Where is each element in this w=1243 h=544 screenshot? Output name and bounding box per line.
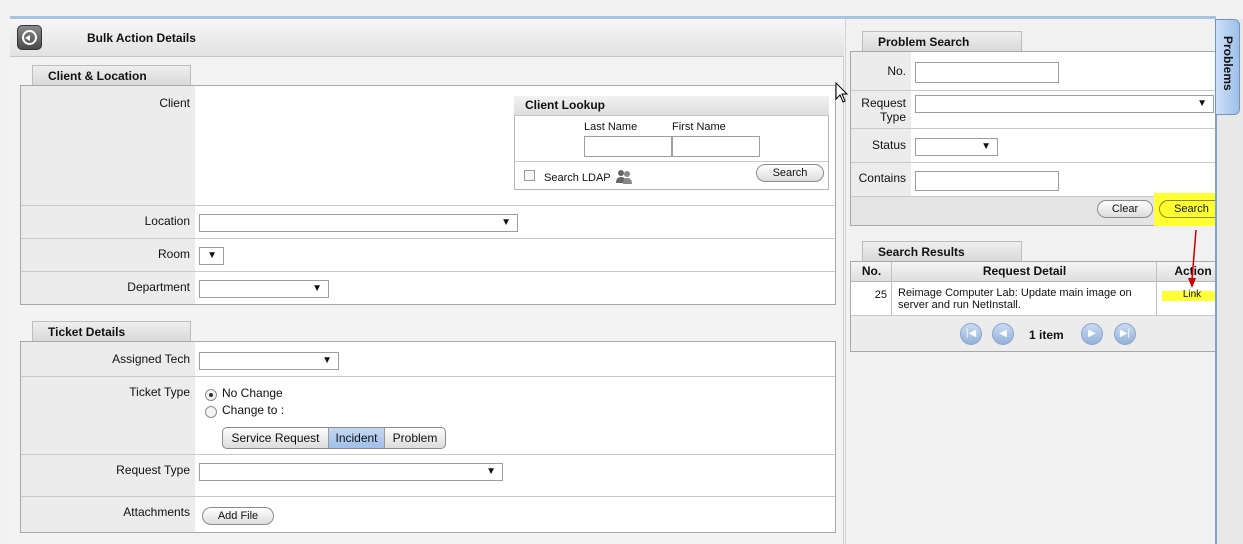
assigned-tech-select[interactable]: ▼ — [199, 352, 339, 370]
room-label: Room — [157, 247, 190, 261]
problem-request-type-select[interactable]: ▼ — [915, 95, 1214, 113]
client-label: Client — [159, 96, 190, 110]
ticket-details-label-column — [21, 342, 195, 532]
chevron-down-icon: ▼ — [501, 217, 511, 228]
problems-tab-label: Problems — [1221, 36, 1235, 91]
problem-request-type-label: Request Type — [861, 96, 906, 124]
row-divider — [21, 205, 835, 206]
change-to-radio[interactable] — [205, 406, 217, 418]
row-divider — [21, 454, 835, 455]
problem-status-select[interactable]: ▼ — [915, 138, 998, 156]
ticket-type-segmented: Service Request Incident Problem — [222, 427, 446, 449]
row-divider — [515, 161, 828, 162]
row-divider — [21, 496, 835, 497]
tab-ticket-details: Ticket Details — [32, 321, 191, 341]
prev-page-icon: ◀ — [999, 328, 1007, 339]
row-divider — [21, 271, 835, 272]
row-divider — [851, 128, 1229, 129]
type-incident[interactable]: Incident — [329, 428, 385, 448]
users-icon — [616, 170, 632, 184]
last-page-icon: ▶| — [1119, 328, 1131, 339]
next-page-button[interactable]: ▶ — [1081, 323, 1103, 345]
row-divider — [851, 162, 1229, 163]
department-select[interactable]: ▼ — [199, 280, 329, 298]
attachments-label: Attachments — [123, 505, 190, 519]
problem-no-input[interactable] — [915, 62, 1059, 83]
room-select[interactable]: ▼ — [199, 247, 224, 265]
first-name-input[interactable] — [672, 136, 760, 157]
chevron-down-icon: ▼ — [1197, 98, 1207, 109]
chevron-down-icon: ▼ — [322, 355, 332, 366]
chevron-down-icon: ▼ — [486, 466, 496, 477]
problem-contains-input[interactable] — [915, 171, 1059, 191]
add-file-button[interactable]: Add File — [202, 507, 274, 525]
chevron-down-icon: ▼ — [207, 250, 217, 261]
page-title: Bulk Action Details — [87, 31, 196, 45]
problem-no-label: No. — [887, 64, 906, 78]
problem-status-label: Status — [871, 138, 906, 152]
request-type-select[interactable]: ▼ — [199, 463, 503, 481]
tab-search-results: Search Results — [862, 241, 1022, 261]
mouse-cursor-icon — [835, 82, 849, 103]
client-search-button[interactable]: Search — [756, 164, 824, 182]
row-divider — [21, 238, 835, 239]
pager-count: 1 item — [1029, 328, 1064, 342]
type-problem[interactable]: Problem — [385, 428, 445, 448]
chevron-down-icon: ▼ — [981, 141, 991, 152]
column-divider — [1156, 262, 1157, 316]
problems-side-tab[interactable]: Problems — [1215, 19, 1240, 115]
back-button[interactable] — [17, 25, 42, 50]
search-ldap-checkbox[interactable] — [524, 170, 535, 181]
first-page-icon: |◀ — [965, 328, 977, 339]
no-change-label: No Change — [222, 386, 283, 400]
annotation-arrow — [1188, 229, 1197, 288]
last-name-label: Last Name — [584, 121, 638, 133]
last-name-input[interactable] — [584, 136, 672, 157]
row-divider — [851, 90, 1229, 91]
problem-contains-label: Contains — [858, 171, 906, 185]
last-page-button[interactable]: ▶| — [1114, 323, 1136, 345]
back-icon — [22, 30, 37, 45]
client-lookup-title: Client Lookup — [514, 96, 829, 116]
col-request-detail: Request Detail — [982, 264, 1067, 278]
type-service-request[interactable]: Service Request — [223, 428, 329, 448]
col-no: No. — [861, 264, 882, 278]
tab-problem-search: Problem Search — [862, 31, 1022, 51]
assigned-tech-label: Assigned Tech — [112, 352, 190, 366]
location-label: Location — [144, 214, 190, 228]
row-divider — [21, 376, 835, 377]
next-page-icon: ▶ — [1088, 328, 1096, 339]
column-divider — [891, 262, 892, 316]
first-page-button[interactable]: |◀ — [960, 323, 982, 345]
chevron-down-icon: ▼ — [312, 283, 322, 294]
no-change-radio[interactable] — [205, 389, 217, 401]
result-no: 25 — [874, 289, 887, 301]
tab-client-location: Client & Location — [32, 65, 191, 85]
clear-button[interactable]: Clear — [1097, 200, 1153, 218]
result-detail: Reimage Computer Lab: Update main image … — [898, 287, 1132, 311]
change-to-label: Change to : — [222, 403, 285, 417]
prev-page-button[interactable]: ◀ — [992, 323, 1014, 345]
search-ldap-label: Search LDAP — [544, 172, 611, 184]
location-select[interactable]: ▼ — [199, 214, 518, 232]
request-type-label: Request Type — [116, 463, 190, 477]
result-action-link[interactable]: Link — [1162, 289, 1222, 300]
first-name-label: First Name — [672, 121, 726, 133]
department-label: Department — [127, 280, 190, 294]
ticket-type-label: Ticket Type — [129, 385, 190, 399]
